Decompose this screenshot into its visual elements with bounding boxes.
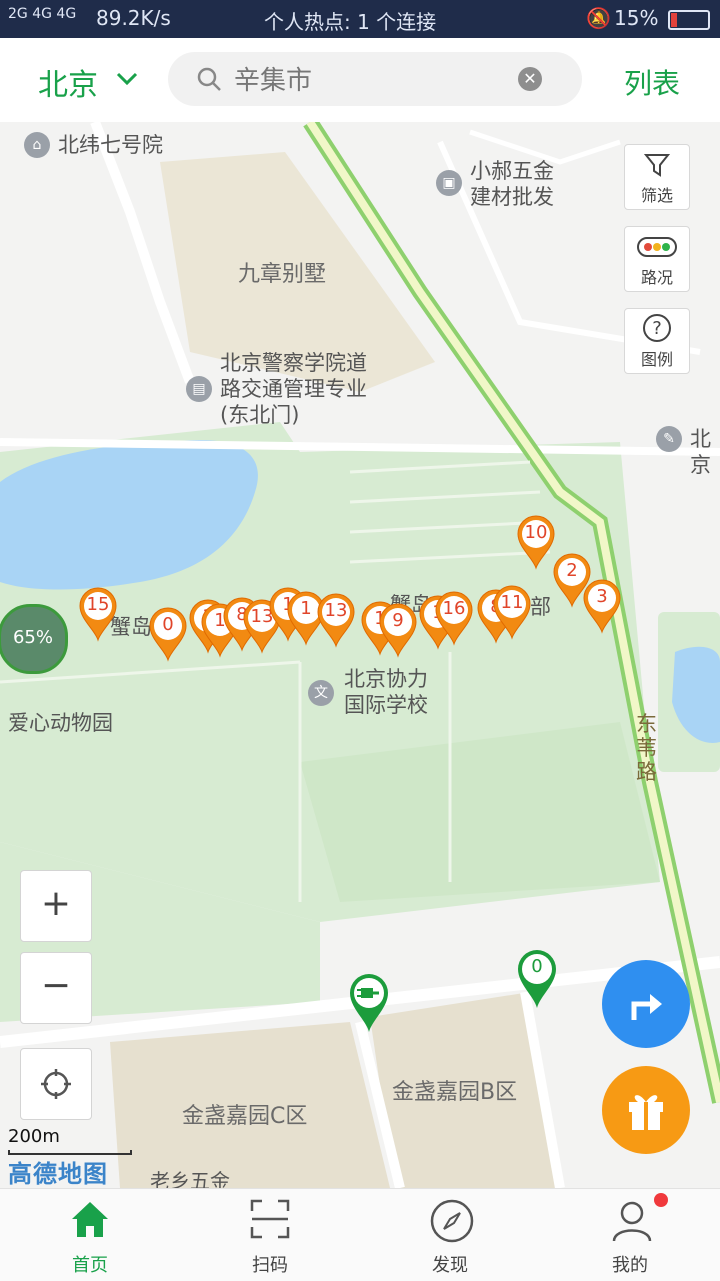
poi-school-icon: 文 bbox=[308, 680, 334, 706]
traffic-label: 路况 bbox=[640, 268, 673, 287]
help-icon: ? bbox=[643, 314, 671, 342]
poi-home-icon: ⌂ bbox=[24, 132, 50, 158]
marker-count: 9 bbox=[392, 610, 404, 631]
green-marker-count: 0 bbox=[531, 956, 543, 977]
nav-home[interactable]: 首页 bbox=[30, 1189, 150, 1281]
poi-bu[interactable]: 部 bbox=[530, 594, 551, 620]
nav-scan[interactable]: 扫码 bbox=[210, 1189, 330, 1281]
home-icon bbox=[72, 1202, 108, 1237]
poi-beijing-right[interactable]: 北京 bbox=[690, 426, 720, 478]
poi-shop-icon: ▣ bbox=[436, 170, 462, 196]
filter-button[interactable]: 筛选 bbox=[624, 144, 690, 210]
hotspot-status: 个人热点: 1 个连接 bbox=[264, 10, 437, 34]
charging-station-marker[interactable] bbox=[348, 972, 390, 1034]
area-jiuzhang: 九章别墅 bbox=[238, 262, 327, 287]
locate-icon bbox=[41, 1069, 71, 1099]
nav-home-label: 首页 bbox=[72, 1255, 108, 1276]
bottom-nav: 首页 扫码 发现 我的 bbox=[0, 1188, 720, 1281]
marker-count: 10 bbox=[524, 522, 548, 543]
gift-icon bbox=[629, 1095, 663, 1130]
nav-mine-label: 我的 bbox=[612, 1255, 648, 1276]
battery-text: 15% bbox=[614, 6, 659, 30]
mute-icon: 🔕 bbox=[586, 6, 611, 30]
charging-marker[interactable]: 15 bbox=[78, 586, 118, 642]
top-bar: 北京 辛集市 ✕ 列表 bbox=[0, 38, 720, 123]
route-button[interactable] bbox=[602, 960, 690, 1048]
charging-marker[interactable]: 16 bbox=[434, 590, 474, 646]
search-input[interactable]: 辛集市 bbox=[234, 60, 312, 97]
poi-police-icon: ▤ bbox=[186, 376, 212, 402]
poi-police-academy[interactable]: 北京警察学院道 路交通管理专业 (东北门) bbox=[220, 350, 367, 428]
zoom-out-button[interactable]: − bbox=[20, 952, 92, 1024]
network-speed: 89.2K/s bbox=[96, 6, 171, 30]
poi-xiaohao[interactable]: 小郝五金 建材批发 bbox=[470, 158, 554, 210]
signal-indicator: 2G 4G 4G bbox=[8, 6, 77, 22]
marker-count: 15 bbox=[86, 594, 110, 615]
legend-button[interactable]: ? 图例 bbox=[624, 308, 690, 374]
legend-label: 图例 bbox=[640, 350, 673, 369]
scan-icon bbox=[250, 1199, 290, 1239]
nav-discover-label: 发现 bbox=[432, 1255, 468, 1276]
search-icon bbox=[197, 67, 221, 91]
progress-text: 65% bbox=[12, 627, 53, 648]
svg-text:?: ? bbox=[652, 318, 662, 339]
clear-icon[interactable]: ✕ bbox=[518, 67, 542, 91]
charging-marker[interactable]: 9 bbox=[378, 602, 418, 658]
gift-button[interactable] bbox=[602, 1066, 690, 1154]
marker-count: 0 bbox=[162, 614, 174, 635]
city-selector[interactable]: 北京 bbox=[38, 60, 98, 104]
traffic-light-icon bbox=[637, 237, 677, 257]
charging-marker[interactable]: 0 bbox=[148, 606, 188, 662]
filter-label: 筛选 bbox=[640, 186, 673, 205]
area-jinzhan-c: 金盏嘉园C区 bbox=[182, 1104, 308, 1129]
marker-count: 16 bbox=[442, 598, 466, 619]
route-icon bbox=[631, 994, 662, 1020]
scale-label: 200m bbox=[8, 1126, 60, 1147]
area-jinzhan-b: 金盏嘉园B区 bbox=[392, 1080, 518, 1105]
map-view[interactable]: ⌂ 北纬七号院 ▣ 小郝五金 建材批发 九章别墅 ▤ 北京警察学院道 路交通管理… bbox=[0, 122, 720, 1188]
user-icon bbox=[612, 1201, 652, 1242]
poi-aixin-zoo[interactable]: 爱心动物园 bbox=[8, 710, 113, 736]
marker-count: 3 bbox=[596, 586, 608, 607]
status-bar: 2G 4G 4G 89.2K/s 个人热点: 1 个连接 🔕 15% bbox=[0, 0, 720, 38]
battery-icon bbox=[668, 10, 710, 30]
charging-marker[interactable]: 10 bbox=[516, 514, 556, 570]
notification-dot bbox=[654, 1193, 668, 1207]
nav-discover[interactable]: 发现 bbox=[390, 1189, 510, 1281]
poi-beiwei[interactable]: 北纬七号院 bbox=[58, 132, 163, 158]
green-marker[interactable]: 0 bbox=[516, 948, 558, 1010]
search-bar[interactable]: 辛集市 ✕ bbox=[168, 52, 582, 106]
amap-logo: 高德地图 bbox=[8, 1160, 108, 1188]
marker-count: 13 bbox=[324, 600, 348, 621]
charging-marker[interactable]: 13 bbox=[316, 592, 356, 648]
chevron-down-icon[interactable] bbox=[116, 68, 138, 90]
nav-scan-label: 扫码 bbox=[252, 1255, 288, 1276]
traffic-button[interactable]: 路况 bbox=[624, 226, 690, 292]
zoom-in-button[interactable]: + bbox=[20, 870, 92, 942]
nav-mine[interactable]: 我的 bbox=[570, 1189, 690, 1281]
locate-button[interactable] bbox=[20, 1048, 92, 1120]
poi-xieli-school[interactable]: 北京协力 国际学校 bbox=[344, 666, 428, 718]
progress-circle[interactable]: 65% bbox=[0, 604, 68, 674]
marker-count: 11 bbox=[500, 592, 524, 613]
list-button[interactable]: 列表 bbox=[624, 62, 680, 102]
road-dongwei: 东苇路 bbox=[636, 712, 657, 784]
charging-marker[interactable]: 3 bbox=[582, 578, 622, 634]
filter-icon bbox=[643, 154, 671, 177]
charging-marker[interactable]: 11 bbox=[492, 584, 532, 640]
compass-icon bbox=[430, 1199, 474, 1243]
poi-tool-icon: ✎ bbox=[656, 426, 682, 452]
poi-laoxiang[interactable]: 老乡五金 bbox=[150, 1168, 230, 1188]
